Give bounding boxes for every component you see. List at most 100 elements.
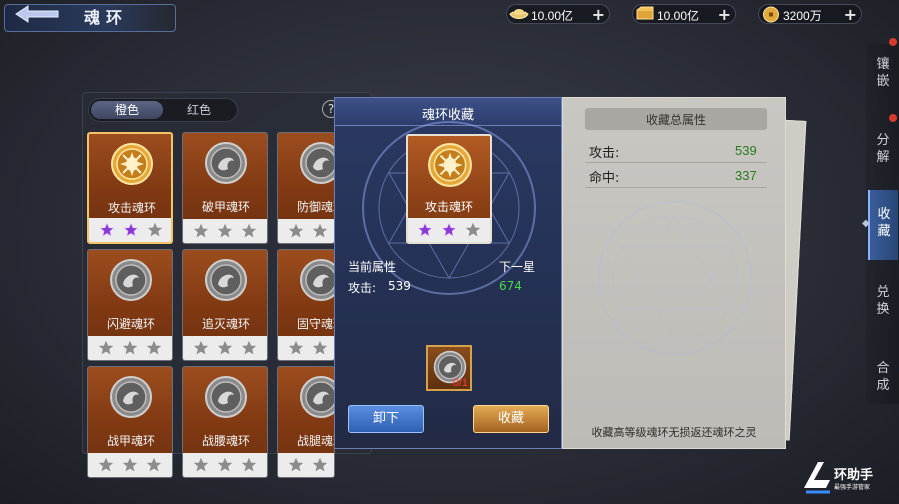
- soul-ring-card[interactable]: 战腰魂环: [182, 366, 268, 478]
- star-rating: [183, 336, 267, 360]
- star-empty-icon: [217, 457, 233, 473]
- soul-ring-card[interactable]: 破甲魂环: [182, 132, 268, 244]
- tab-red[interactable]: 红色: [163, 101, 235, 119]
- star-empty-icon: [122, 457, 138, 473]
- soul-ring-card[interactable]: 攻击魂环: [87, 132, 173, 244]
- star-rating: [89, 218, 171, 242]
- side-nav-item[interactable]: 分 解: [868, 128, 898, 172]
- star-filled-icon: [441, 222, 457, 238]
- star-empty-icon: [312, 223, 328, 239]
- side-nav-item[interactable]: 兑 换: [868, 280, 898, 324]
- star-rating: [278, 336, 334, 360]
- side-nav-item[interactable]: 合 成: [868, 356, 898, 400]
- notification-dot: [889, 38, 897, 46]
- side-nav-item[interactable]: 镶 嵌: [868, 52, 898, 96]
- gold-ingot-icon: [636, 6, 654, 20]
- star-filled-icon: [99, 222, 115, 238]
- gold-coin-icon: [763, 6, 779, 23]
- star-empty-icon: [146, 340, 162, 356]
- soul-ring-icon: [299, 141, 335, 185]
- star-empty-icon: [193, 223, 209, 239]
- star-empty-icon: [241, 223, 257, 239]
- star-empty-icon: [193, 457, 209, 473]
- divider: [585, 162, 767, 163]
- soul-ring-icon: [299, 375, 335, 419]
- soul-ring-card[interactable]: 战腿魂环: [277, 366, 335, 478]
- star-empty-icon: [98, 340, 114, 356]
- currency-gold: 10.00亿 +: [632, 4, 736, 24]
- soul-ring-card[interactable]: 闪避魂环: [87, 249, 173, 361]
- summary-footer: 收藏高等级魂环无损返还魂环之灵: [591, 426, 757, 439]
- soul-ring-name: 战腿魂环: [296, 434, 334, 448]
- soul-ring-icon: [204, 141, 248, 185]
- star-rating: [183, 453, 267, 477]
- star-empty-icon: [122, 340, 138, 356]
- star-empty-icon: [193, 340, 209, 356]
- attr-current-value: 539: [388, 279, 411, 293]
- star-rating: [278, 219, 334, 243]
- selected-ring-name: 攻击魂环: [424, 200, 473, 214]
- collection-total-panel: 收藏总属性 攻击: 539 命中: 337 收藏高等级魂环无损返还魂环之灵: [562, 97, 786, 449]
- silver-ingot-icon: [509, 9, 529, 19]
- soul-ring-icon: [299, 258, 335, 302]
- currency-value: 10.00亿: [531, 9, 574, 23]
- current-attr-label: 当前属性: [348, 260, 397, 274]
- star-empty-icon: [288, 340, 304, 356]
- watermark-text: 环助手: [834, 468, 874, 483]
- unequip-button[interactable]: 卸下: [348, 405, 424, 433]
- star-filled-icon: [417, 222, 433, 238]
- star-rating: [88, 453, 172, 477]
- soul-ring-card[interactable]: 战甲魂环: [87, 366, 173, 478]
- attack-ring-icon: [427, 142, 473, 188]
- star-empty-icon: [241, 457, 257, 473]
- star-empty-icon: [147, 222, 163, 238]
- star-empty-icon: [241, 340, 257, 356]
- back-button[interactable]: [14, 4, 60, 24]
- divider: [585, 187, 767, 188]
- tab-orange[interactable]: 橙色: [91, 101, 163, 119]
- soul-ring-name: 战甲魂环: [106, 434, 155, 448]
- currency-silver: 10.00亿 +: [506, 4, 610, 24]
- next-star-label: 下一星: [499, 260, 536, 274]
- summary-title: 收藏总属性: [645, 113, 706, 127]
- material-count: 0/1: [452, 377, 468, 389]
- watermark-subtext: 最强手游管家: [834, 484, 871, 491]
- summary-label: 攻击:: [589, 146, 620, 161]
- star-empty-icon: [312, 457, 328, 473]
- star-empty-icon: [217, 223, 233, 239]
- summary-label: 命中:: [589, 171, 620, 186]
- soul-ring-card[interactable]: 追灭魂环: [182, 249, 268, 361]
- add-currency-button[interactable]: +: [844, 5, 857, 24]
- star-empty-icon: [288, 457, 304, 473]
- star-rating: [88, 336, 172, 360]
- collect-button[interactable]: 收藏: [473, 405, 549, 433]
- soul-ring-card[interactable]: 固守魂环: [277, 249, 335, 361]
- star-rating: [278, 453, 334, 477]
- notification-dot: [889, 114, 897, 122]
- soul-ring-name: 追灭魂环: [201, 317, 250, 331]
- currency-coin: 3200万 +: [758, 4, 862, 24]
- attr-next-value: 674: [499, 279, 522, 293]
- star-filled-icon: [123, 222, 139, 238]
- star-rating: [408, 218, 490, 242]
- soul-ring-name: 破甲魂环: [201, 200, 250, 214]
- summary-value: 539: [735, 143, 757, 158]
- attr-name: 攻击:: [348, 281, 377, 295]
- chevron-left-icon: ◆: [862, 218, 870, 229]
- star-rating: [183, 219, 267, 243]
- star-empty-icon: [217, 340, 233, 356]
- soul-ring-name: 防御魂环: [296, 200, 334, 214]
- side-nav-item[interactable]: 收 藏: [868, 190, 898, 260]
- soul-ring-icon: [109, 375, 153, 419]
- soul-ring-name: 攻击魂环: [107, 201, 156, 215]
- star-empty-icon: [465, 222, 481, 238]
- page-title: 魂环: [84, 8, 129, 27]
- soul-ring-card[interactable]: 防御魂环: [277, 132, 335, 244]
- soul-ring-name: 战腰魂环: [201, 434, 250, 448]
- add-currency-button[interactable]: +: [592, 5, 605, 24]
- add-currency-button[interactable]: +: [718, 5, 731, 24]
- star-empty-icon: [288, 223, 304, 239]
- collection-modal: 魂环收藏 攻击魂环 当前属性 下一星 攻击: 539 674 0/1 卸下 收藏: [334, 97, 562, 449]
- material-slot[interactable]: 0/1: [426, 345, 472, 391]
- back-arrow-icon: [15, 5, 59, 23]
